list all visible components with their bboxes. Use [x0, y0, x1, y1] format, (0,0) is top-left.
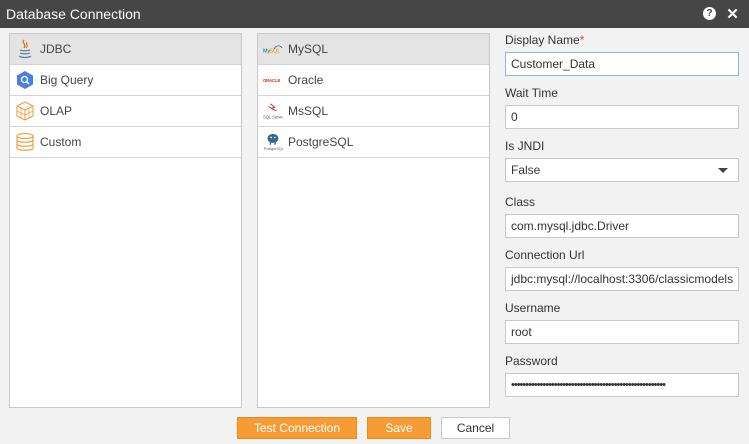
connection-url-label: Connection Url [505, 248, 585, 262]
required-mark: * [579, 33, 585, 47]
help-icon[interactable]: ? [703, 7, 716, 20]
title-bar: Database Connection ? ✕ [0, 0, 749, 28]
driver-label: MySQL [288, 42, 329, 56]
class-label: Class [505, 195, 536, 209]
connection-type-olap[interactable]: OLAP [10, 96, 241, 127]
is-jndi-select[interactable]: False [505, 158, 739, 182]
svg-text:PostgreSQL: PostgreSQL [264, 147, 283, 151]
driver-label: MsSQL [288, 104, 329, 118]
driver-postgresql[interactable]: PostgreSQL PostgreSQL [258, 127, 489, 158]
password-label: Password [505, 354, 558, 368]
window-title: Database Connection [6, 6, 141, 22]
postgresql-icon: PostgreSQL [263, 132, 283, 152]
svg-text:SQL: SQL [269, 49, 280, 55]
connection-type-custom[interactable]: Custom [10, 127, 241, 158]
database-icon [15, 132, 35, 152]
connection-type-jdbc[interactable]: JDBC [10, 34, 241, 65]
driver-mssql[interactable]: SQL Server MsSQL [258, 96, 489, 127]
wait-time-label: Wait Time [505, 86, 558, 100]
driver-label: PostgreSQL [288, 135, 354, 149]
java-icon [15, 39, 35, 59]
username-label: Username [505, 301, 561, 315]
connection-type-label: JDBC [40, 42, 72, 56]
driver-label: Oracle [288, 73, 324, 87]
cancel-button[interactable]: Cancel [441, 417, 510, 439]
chevron-down-icon [718, 168, 728, 173]
svg-text:SQL Server: SQL Server [263, 114, 283, 119]
is-jndi-label: Is JNDI [505, 139, 545, 153]
password-field[interactable]: ••••••••••••••••••••••••••••••••••••••••… [505, 373, 739, 397]
username-field[interactable]: root [505, 320, 739, 344]
connection-type-label: Custom [40, 135, 82, 149]
svg-text:ORACLE: ORACLE [263, 78, 280, 83]
save-button[interactable]: Save [367, 417, 431, 439]
sqlserver-icon: SQL Server [263, 101, 283, 121]
display-name-field[interactable]: Customer_Data [505, 52, 739, 76]
connection-type-list: JDBC Big Query OLAP Custom [9, 33, 242, 408]
driver-oracle[interactable]: ORACLE Oracle [258, 65, 489, 96]
connection-type-label: OLAP [40, 104, 73, 118]
bigquery-icon [15, 70, 35, 90]
is-jndi-value: False [511, 163, 541, 177]
connection-type-label: Big Query [40, 73, 94, 87]
wait-time-field[interactable]: 0 [505, 105, 739, 129]
driver-mysql[interactable]: My SQL MySQL [258, 34, 489, 65]
test-connection-button[interactable]: Test Connection [237, 417, 357, 439]
mysql-icon: My SQL [263, 39, 283, 59]
class-field[interactable]: com.mysql.jdbc.Driver [505, 214, 739, 238]
driver-list: My SQL MySQL ORACLE Oracle SQL Server Ms… [257, 33, 490, 408]
close-icon[interactable]: ✕ [726, 6, 739, 23]
display-name-label: Display Name* [505, 33, 585, 47]
cube-icon [15, 101, 35, 121]
oracle-icon: ORACLE [263, 70, 283, 90]
connection-url-field[interactable]: jdbc:mysql://localhost:3306/classicmodel… [505, 267, 739, 291]
connection-type-bigquery[interactable]: Big Query [10, 65, 241, 96]
